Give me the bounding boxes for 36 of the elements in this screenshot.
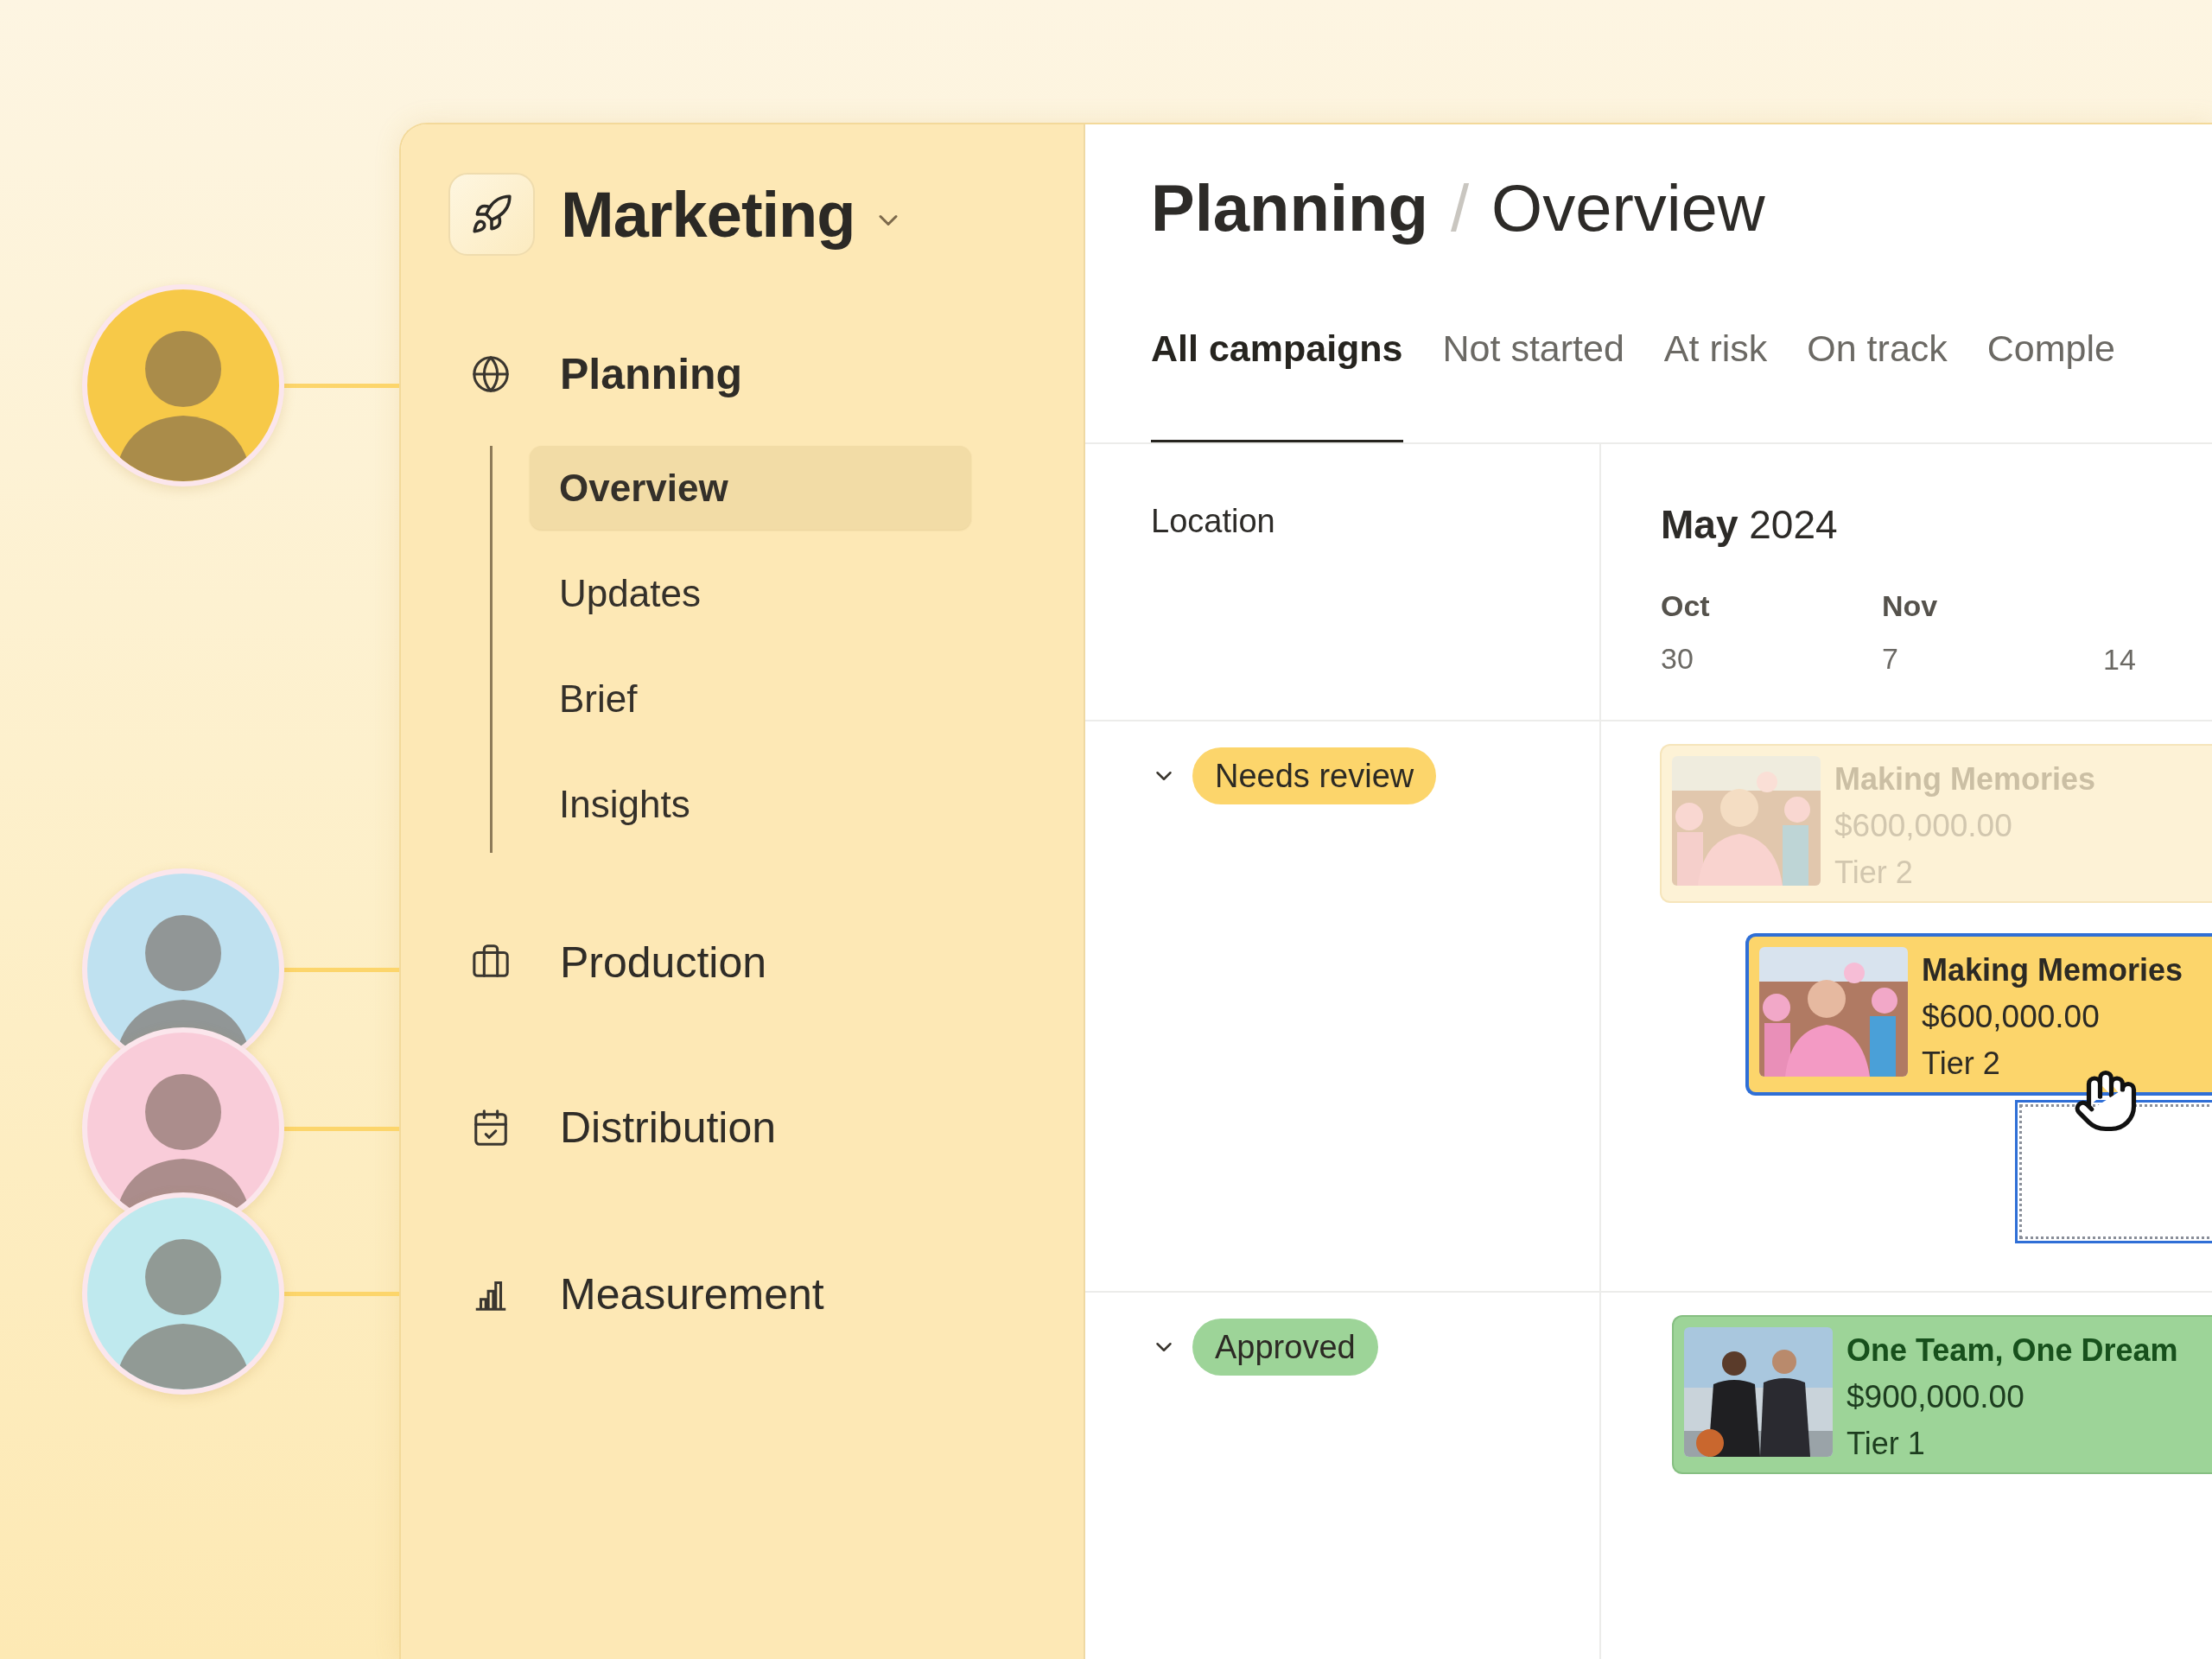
nav-subitem[interactable]: Updates	[530, 551, 971, 635]
tick-month: Oct	[1661, 589, 1711, 623]
nav-item[interactable]: Measurement	[560, 1269, 824, 1319]
tick-day: 14	[2103, 643, 2212, 677]
nav-item[interactable]: Distribution	[560, 1103, 777, 1153]
campaign-card[interactable]: One Team, One Dream $900,000.00 Tier 1	[1672, 1315, 2212, 1474]
card-title: One Team, One Dream	[1847, 1332, 2178, 1369]
card-amount: $900,000.00	[1847, 1379, 2025, 1415]
status-tag: Needs review	[1192, 747, 1437, 804]
card-title: Making Memories	[1922, 952, 2183, 988]
tick-day: 7	[1882, 642, 2103, 676]
campaign-card[interactable]: Making Memories $600,000.00 Tier 2	[1745, 933, 2212, 1096]
tab[interactable]: Not started	[1442, 327, 1624, 444]
tick-day: 30	[1661, 642, 1882, 676]
breadcrumb-separator: /	[1450, 170, 1469, 245]
card-amount: $600,000.00	[1922, 999, 2101, 1035]
breadcrumb-item[interactable]: Planning	[1151, 170, 1428, 245]
month-label: May 2024	[1661, 502, 1838, 547]
tab[interactable]: On track	[1807, 327, 1948, 444]
nav-subitem[interactable]: Brief	[530, 657, 971, 741]
tick-month: Nov	[1882, 589, 1939, 623]
tier-label: Tier 1	[1847, 1426, 1926, 1462]
nav-item[interactable]: Production	[560, 938, 767, 988]
workspace-logo[interactable]	[448, 173, 535, 256]
tier-label: Tier 2	[1922, 1046, 2001, 1082]
tab[interactable]: Comple	[1986, 327, 2115, 444]
nav-subitem[interactable]: Insights	[530, 762, 971, 846]
status-tag: Approved	[1192, 1319, 1378, 1376]
breadcrumb-item: Overview	[1491, 170, 1765, 245]
workspace-name[interactable]: Marketing	[561, 177, 855, 251]
nav-subitem[interactable]: Overview	[530, 446, 971, 530]
tab[interactable]: At risk	[1663, 327, 1768, 444]
column-header: Location	[1151, 503, 1275, 539]
globe-icon	[471, 354, 511, 394]
tab[interactable]: All campaigns	[1151, 327, 1403, 444]
nav-item[interactable]: Planning	[560, 349, 743, 399]
